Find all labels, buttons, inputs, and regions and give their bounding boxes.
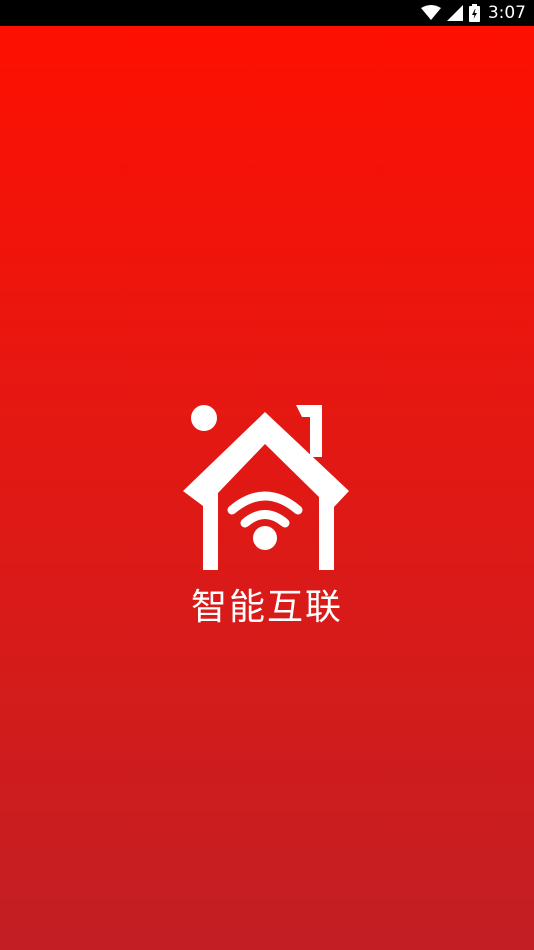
wifi-icon	[420, 5, 441, 20]
status-icons: 3:07	[420, 0, 526, 26]
app-name: 智能互联	[190, 587, 343, 628]
splash-content: 智能互联	[0, 400, 534, 630]
status-bar: 3:07	[0, 0, 534, 26]
cell-signal-icon	[446, 5, 463, 21]
splash-screen: 3:07 智能互联	[0, 0, 534, 950]
smart-home-wifi-icon	[183, 405, 349, 570]
status-time: 3:07	[487, 3, 526, 23]
battery-icon	[468, 4, 480, 22]
